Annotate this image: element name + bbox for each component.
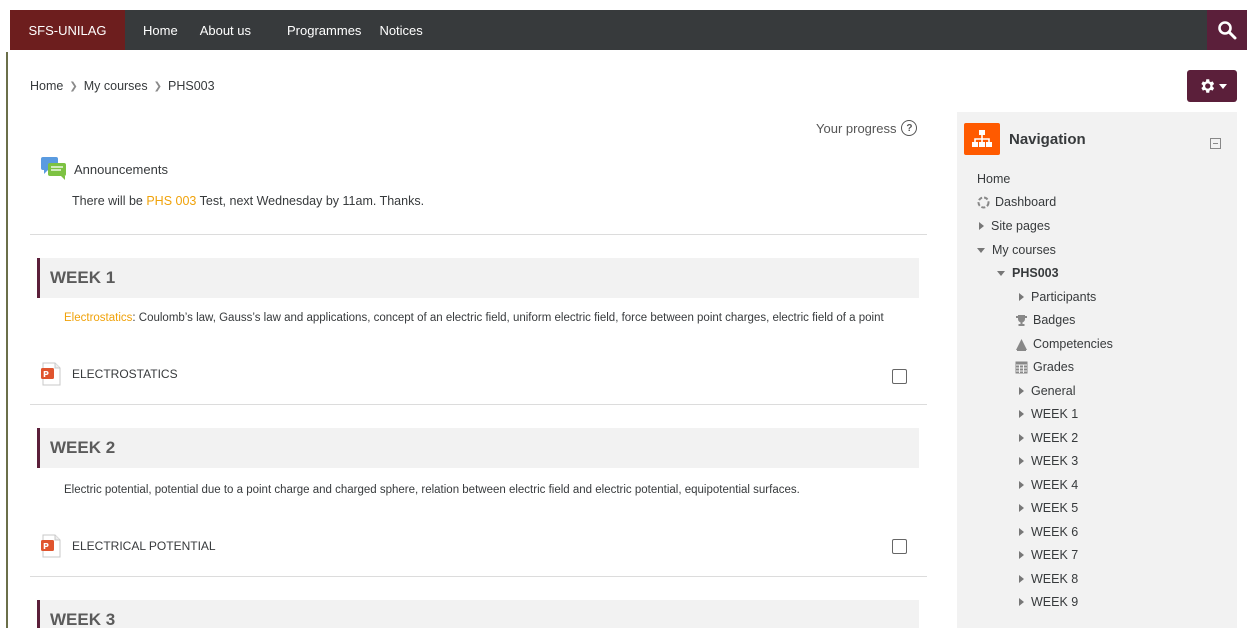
nav-item-grades[interactable]: Grades xyxy=(1015,360,1074,374)
nav-item-week-7[interactable]: WEEK 7 xyxy=(1019,548,1078,562)
nav-link-programmes[interactable]: Programmes xyxy=(269,10,379,50)
expand-icon xyxy=(1019,504,1024,512)
week-title: WEEK 3 xyxy=(50,610,116,628)
section-divider xyxy=(30,576,927,577)
navigation-block: Navigation Home Dashboard Site pages My … xyxy=(957,112,1237,628)
progress-label: Your progress xyxy=(816,120,897,136)
summary-link[interactable]: Electrostatics xyxy=(64,312,132,324)
breadcrumb-home[interactable]: Home xyxy=(30,79,63,93)
nav-item-home[interactable]: Home xyxy=(977,172,1010,186)
nav-item-week-6[interactable]: WEEK 6 xyxy=(1019,525,1078,539)
sitemap-icon xyxy=(964,123,1000,155)
help-icon[interactable]: ? xyxy=(901,120,918,136)
expand-icon xyxy=(1019,551,1024,559)
expand-icon xyxy=(1019,528,1024,536)
week-2-header: WEEK 2 xyxy=(37,428,919,468)
completion-checkbox[interactable] xyxy=(892,369,907,384)
top-navbar: SFS-UNILAG Home About us Programmes Noti… xyxy=(10,10,1247,50)
course-actions-menu-button[interactable] xyxy=(1187,70,1237,102)
announcement-text: There will be PHS 003 Test, next Wednesd… xyxy=(72,194,425,208)
nav-item-week-8[interactable]: WEEK 8 xyxy=(1019,572,1078,586)
nav-item-week-1[interactable]: WEEK 1 xyxy=(1019,407,1078,421)
week-1-header: WEEK 1 xyxy=(37,258,919,298)
nav-item-competencies[interactable]: Competencies xyxy=(1015,337,1113,351)
expand-icon xyxy=(1019,457,1024,465)
expand-icon xyxy=(979,222,984,230)
gear-icon xyxy=(1200,79,1214,93)
nav-item-week-4[interactable]: WEEK 4 xyxy=(1019,478,1078,492)
expand-icon xyxy=(1019,481,1024,489)
collapse-icon xyxy=(997,270,1005,276)
expand-icon xyxy=(1019,387,1024,395)
nav-item-participants[interactable]: Participants xyxy=(1019,290,1096,304)
announcements-block: Announcements xyxy=(40,156,168,182)
breadcrumb-my-courses[interactable]: My courses xyxy=(84,79,148,93)
collapse-icon xyxy=(977,247,985,253)
section-divider xyxy=(30,404,927,405)
activity-electrostatics[interactable]: P ELECTROSTATICS xyxy=(40,362,178,386)
breadcrumb: Home ❯ My courses ❯ PHS003 xyxy=(30,79,215,93)
activity-electrical-potential[interactable]: P ELECTRICAL POTENTIAL xyxy=(40,534,216,558)
week-2-summary: Electric potential, potential due to a p… xyxy=(64,484,800,496)
collapse-block-button[interactable] xyxy=(1210,138,1221,149)
svg-text:P: P xyxy=(43,370,49,379)
nav-link-home[interactable]: Home xyxy=(125,10,196,50)
expand-icon xyxy=(1019,598,1024,606)
week-title: WEEK 2 xyxy=(50,438,116,457)
search-icon xyxy=(1218,21,1237,40)
expand-icon xyxy=(1019,575,1024,583)
nav-item-week-5[interactable]: WEEK 5 xyxy=(1019,501,1078,515)
chevron-right-icon: ❯ xyxy=(69,80,78,92)
completion-checkbox[interactable] xyxy=(892,539,907,554)
nav-item-week-3[interactable]: WEEK 3 xyxy=(1019,454,1078,468)
competencies-icon xyxy=(1016,338,1027,351)
activity-link[interactable]: ELECTROSTATICS xyxy=(72,367,178,381)
trophy-icon xyxy=(1016,314,1027,326)
section-divider xyxy=(30,234,927,235)
week-1-summary: Electrostatics: Coulomb’s law, Gauss’s l… xyxy=(64,312,884,324)
week-title: WEEK 1 xyxy=(50,268,116,287)
powerpoint-file-icon: P xyxy=(41,534,61,558)
svg-text:P: P xyxy=(43,542,49,551)
course-code-link[interactable]: PHS 003 xyxy=(146,194,196,208)
nav-link-about[interactable]: About us xyxy=(196,10,269,50)
search-button[interactable] xyxy=(1207,10,1247,50)
chevron-right-icon: ❯ xyxy=(153,80,163,92)
navigation-header: Navigation xyxy=(964,123,1086,155)
nav-item-my-courses[interactable]: My courses xyxy=(977,243,1056,257)
nav-item-badges[interactable]: Badges xyxy=(1015,313,1075,327)
forum-icon[interactable] xyxy=(40,156,68,182)
activity-link[interactable]: ELECTRICAL POTENTIAL xyxy=(72,539,216,553)
page-edge xyxy=(0,0,10,628)
week-3-header: WEEK 3 xyxy=(37,600,919,628)
nav-item-dashboard[interactable]: Dashboard xyxy=(977,195,1056,209)
caret-down-icon xyxy=(1218,83,1227,89)
nav-link-notices[interactable]: Notices xyxy=(379,10,440,50)
expand-icon xyxy=(1019,410,1024,418)
expand-icon xyxy=(1019,434,1024,442)
navigation-title: Navigation xyxy=(1009,130,1086,148)
breadcrumb-course[interactable]: PHS003 xyxy=(168,79,215,93)
nav-item-site-pages[interactable]: Site pages xyxy=(979,219,1050,233)
nav-item-week-9[interactable]: WEEK 9 xyxy=(1019,595,1078,609)
brand-link[interactable]: SFS-UNILAG xyxy=(10,10,125,50)
nav-item-course[interactable]: PHS003 xyxy=(997,266,1059,280)
expand-icon xyxy=(1019,293,1024,301)
nav-item-general[interactable]: General xyxy=(1019,384,1075,398)
nav-item-week-2[interactable]: WEEK 2 xyxy=(1019,431,1078,445)
grades-table-icon xyxy=(1015,361,1028,373)
announcements-link[interactable]: Announcements xyxy=(74,162,168,177)
powerpoint-file-icon: P xyxy=(41,362,61,386)
dashboard-icon xyxy=(977,196,990,208)
your-progress: Your progress ? xyxy=(816,120,918,136)
